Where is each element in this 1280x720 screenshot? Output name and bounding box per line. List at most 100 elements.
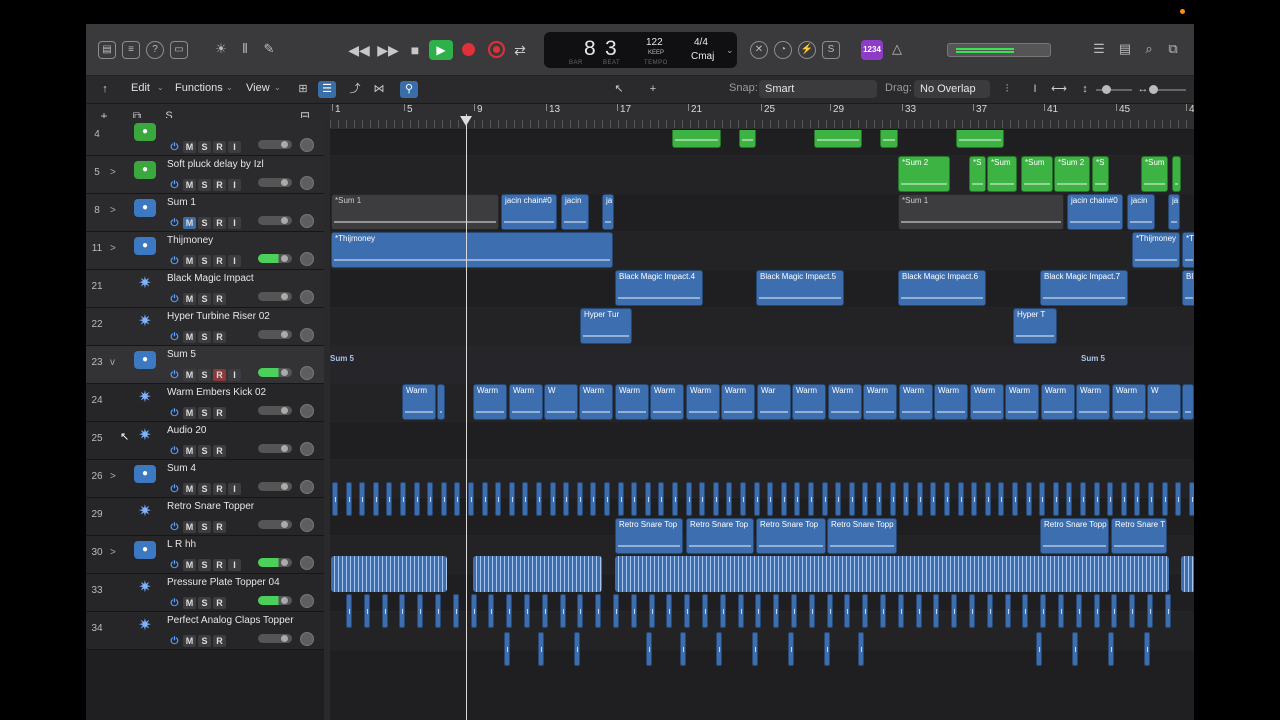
disclosure-icon[interactable]: > — [110, 547, 116, 558]
audio-region[interactable] — [522, 482, 528, 516]
audio-region[interactable] — [880, 594, 886, 628]
midi-region[interactable]: *Sum — [987, 156, 1017, 192]
solo-button[interactable]: S — [198, 559, 211, 571]
audio-region[interactable]: Retro Snare Topp — [1040, 518, 1109, 554]
audio-region[interactable] — [987, 594, 993, 628]
bar-ruler[interactable]: 1 5 9 13 17 21 25 29 33 37 41 45 49 — [330, 104, 1194, 130]
record-enable-button[interactable]: R — [213, 293, 226, 305]
audio-region[interactable]: Warm — [686, 384, 720, 420]
audio-region[interactable]: Warm — [970, 384, 1004, 420]
mute-button[interactable]: M — [183, 407, 196, 419]
record-enable-button[interactable]: R — [213, 559, 226, 571]
audio-region[interactable] — [666, 594, 672, 628]
audio-region[interactable] — [468, 482, 474, 516]
track-header[interactable]: 22 ✷ Hyper Turbine Riser 02 ⏻ M S R — [86, 308, 324, 346]
replace-icon[interactable]: ✕ — [750, 41, 768, 59]
audio-region[interactable] — [827, 594, 833, 628]
solo-button[interactable]: S — [198, 293, 211, 305]
back-icon[interactable]: ↑ — [96, 81, 114, 98]
pan-knob[interactable] — [300, 556, 314, 570]
lcd-signature[interactable]: 4/4 — [694, 37, 708, 48]
audio-region[interactable] — [560, 594, 566, 628]
volume-fader[interactable] — [258, 292, 292, 301]
mute-button[interactable]: M — [183, 255, 196, 267]
audio-region[interactable] — [1175, 482, 1181, 516]
audio-region[interactable] — [1072, 632, 1078, 666]
audio-region[interactable] — [773, 594, 779, 628]
track-header[interactable]: 26 > ● Sum 4 ⏻ M S R I — [86, 460, 324, 498]
audio-region[interactable] — [577, 482, 583, 516]
record-button[interactable] — [462, 43, 475, 56]
audio-region[interactable] — [985, 482, 991, 516]
audio-region[interactable]: Warm — [402, 384, 436, 420]
midi-region[interactable] — [814, 130, 862, 148]
input-monitor-button[interactable]: I — [228, 483, 241, 495]
audio-region[interactable] — [1165, 594, 1171, 628]
audio-region[interactable] — [903, 482, 909, 516]
audio-region[interactable] — [791, 594, 797, 628]
disclosure-icon[interactable]: v — [110, 357, 115, 368]
audio-region[interactable] — [824, 632, 830, 666]
audio-region[interactable]: Warm — [934, 384, 968, 420]
audio-region[interactable] — [1147, 594, 1153, 628]
audio-region[interactable]: Warm — [615, 384, 649, 420]
audio-region[interactable] — [684, 594, 690, 628]
power-icon[interactable]: ⏻ — [168, 142, 181, 154]
audio-region[interactable] — [604, 482, 610, 516]
audio-region[interactable] — [726, 482, 732, 516]
audio-region[interactable] — [702, 594, 708, 628]
folder-region-label[interactable]: Sum 5 — [1081, 354, 1105, 363]
note-pad-icon[interactable]: ▤ — [1116, 41, 1134, 59]
midi-region[interactable]: *Sum 2 — [898, 156, 950, 192]
flex-icon[interactable]: ⋈ — [370, 81, 388, 98]
volume-fader[interactable] — [258, 254, 292, 263]
pan-knob[interactable] — [300, 328, 314, 342]
record-enable-button[interactable]: R — [213, 255, 226, 267]
volume-fader[interactable] — [258, 558, 292, 567]
power-icon[interactable]: ⏻ — [168, 294, 181, 306]
mixer-icon[interactable]: ⫴ — [236, 41, 254, 59]
audio-region[interactable] — [1134, 482, 1140, 516]
solo-button[interactable]: S — [198, 445, 211, 457]
audio-region[interactable] — [1144, 632, 1150, 666]
track-header[interactable]: 5 > ● Soft pluck delay by Izl ⏻ M S R I — [86, 156, 324, 194]
audio-region[interactable] — [1111, 594, 1117, 628]
volume-fader[interactable] — [258, 482, 292, 491]
pan-knob[interactable] — [300, 176, 314, 190]
track-name[interactable]: Pressure Plate Topper 04 — [167, 577, 280, 588]
inspector-icon[interactable]: ≡ — [122, 41, 140, 59]
automation-icon[interactable]: ⤴ — [346, 81, 364, 98]
volume-fader[interactable] — [258, 406, 292, 415]
power-icon[interactable]: ⏻ — [168, 218, 181, 230]
audio-region[interactable]: jacin — [561, 194, 589, 230]
audio-region[interactable] — [998, 482, 1004, 516]
editors-icon[interactable]: ✎ — [260, 41, 278, 59]
audio-region[interactable] — [781, 482, 787, 516]
audio-region[interactable] — [649, 594, 655, 628]
record-enable-button[interactable]: R — [213, 331, 226, 343]
volume-fader[interactable] — [258, 178, 292, 187]
disclosure-icon[interactable]: > — [110, 167, 116, 178]
audio-region[interactable]: War — [757, 384, 791, 420]
audio-region[interactable] — [618, 482, 624, 516]
input-monitor-button[interactable]: I — [228, 369, 241, 381]
audio-region[interactable] — [590, 482, 596, 516]
grid-view-icon[interactable]: ⊞ — [294, 81, 312, 98]
audio-region[interactable] — [862, 594, 868, 628]
mute-button[interactable]: M — [183, 635, 196, 647]
track-name[interactable]: L R hh — [167, 539, 196, 550]
catch-icon[interactable]: ⚲ — [400, 81, 418, 98]
audio-region[interactable] — [332, 482, 338, 516]
audio-region[interactable] — [631, 482, 637, 516]
audio-region[interactable] — [471, 594, 477, 628]
audio-region[interactable] — [958, 482, 964, 516]
volume-fader[interactable] — [258, 140, 292, 149]
pan-knob[interactable] — [300, 366, 314, 380]
solo-button[interactable]: S — [198, 255, 211, 267]
power-icon[interactable]: ⏻ — [168, 446, 181, 458]
pan-knob[interactable] — [300, 404, 314, 418]
count-in-button[interactable]: 1234 — [861, 40, 883, 60]
height-icon[interactable]: ↕ — [1076, 81, 1094, 98]
record-enable-button[interactable]: R — [213, 141, 226, 153]
audio-region[interactable] — [767, 482, 773, 516]
